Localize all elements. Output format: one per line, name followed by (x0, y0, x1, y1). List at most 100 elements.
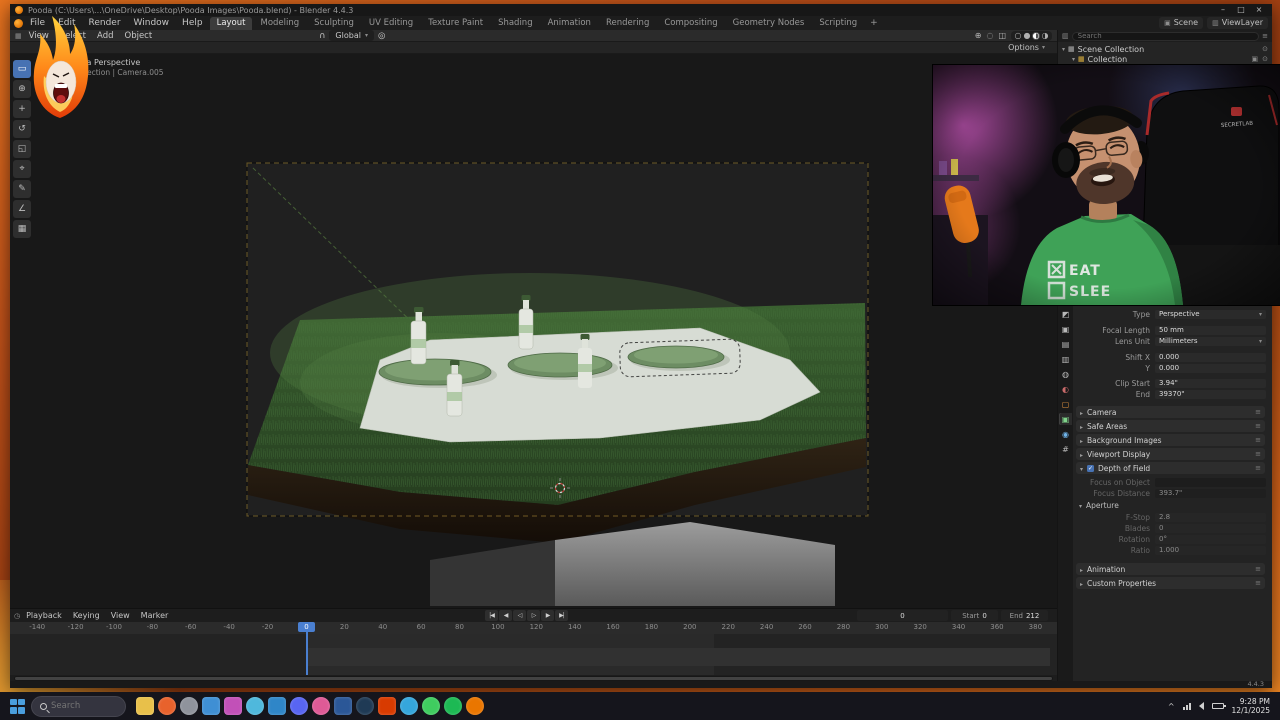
tool-button-rotate[interactable]: ↺ (13, 120, 31, 138)
transport-button-next-keyframe[interactable]: ▶ (541, 610, 554, 621)
ratio-field[interactable]: 1.000 (1155, 545, 1266, 555)
taskbar-app-word[interactable] (334, 697, 352, 715)
frame-start-field[interactable]: Start 0 (951, 610, 998, 621)
taskbar-app-file-explorer[interactable] (136, 697, 154, 715)
shift-y-field[interactable]: 0.000 (1155, 363, 1266, 373)
transport-button-jump-start[interactable]: |◀ (485, 610, 498, 621)
options-dropdown[interactable]: Options (1008, 43, 1039, 52)
filter-icon[interactable]: ≡ (1262, 32, 1268, 40)
menu-item[interactable]: Help (176, 17, 209, 30)
transport-button-play-reverse[interactable]: ◁ (513, 610, 526, 621)
search-input[interactable] (51, 701, 113, 711)
timeline-menu-item[interactable]: Keying (68, 609, 105, 622)
window-titlebar[interactable]: Pooda (C:\Users\...\OneDrive\Desktop\Poo… (10, 4, 1272, 16)
battery-icon[interactable] (1211, 703, 1226, 709)
panel-section[interactable]: Viewport Display (1076, 448, 1265, 460)
scene-selector[interactable]: ▣ Scene (1159, 17, 1204, 29)
properties-tab-scene[interactable]: ◍ (1059, 368, 1072, 380)
tool-button-transform[interactable]: ⌖ (13, 160, 31, 178)
dof-checkbox[interactable]: ✓ (1087, 464, 1095, 472)
aperture-subsection[interactable]: Aperture (1075, 500, 1268, 511)
shading-mode-rendered[interactable]: ◑ (1041, 31, 1049, 40)
panel-section[interactable]: Background Images (1076, 434, 1265, 446)
taskbar-app-blender[interactable] (466, 697, 484, 715)
viewport-menu-item[interactable]: Add (92, 30, 118, 42)
transport-button-prev-keyframe[interactable]: ◀ (499, 610, 512, 621)
workspace-tab[interactable]: Animation (541, 17, 598, 30)
taskbar-app-telegram[interactable] (400, 697, 418, 715)
close-button[interactable]: × (1251, 4, 1267, 16)
properties-tab-constraints[interactable]: # (1059, 443, 1072, 455)
add-workspace-button[interactable]: + (865, 18, 883, 28)
panel-section[interactable]: Camera (1076, 406, 1265, 418)
taskbar-app-office[interactable] (378, 697, 396, 715)
focal-length-field[interactable]: 50 mm (1155, 325, 1266, 335)
taskbar-app-photos[interactable] (224, 697, 242, 715)
tool-button-add-cube[interactable]: ▦ (13, 220, 31, 238)
properties-tab-tool[interactable]: ◩ (1059, 308, 1072, 320)
tool-button-measure[interactable]: ∠ (13, 200, 31, 218)
workspace-tab[interactable]: Shading (491, 17, 540, 30)
render-visibility-icon[interactable]: ▣ (1252, 55, 1259, 63)
outliner-search-input[interactable] (1071, 31, 1260, 41)
outliner-row-collection[interactable]: ▾ ▦ Collection ▣ ⊙ (1058, 54, 1272, 64)
start-button[interactable] (10, 698, 25, 714)
timeline-editor-icon[interactable]: ◷ (14, 612, 20, 620)
workspace-tab[interactable]: Rendering (599, 17, 656, 30)
properties-tab-output[interactable]: ▤ (1059, 338, 1072, 350)
focus-distance-field[interactable]: 393.7" (1155, 488, 1266, 498)
workspace-tab[interactable]: Texture Paint (421, 17, 490, 30)
workspace-tab[interactable]: Geometry Nodes (726, 17, 812, 30)
timeline-ruler[interactable]: -140 -120 -100 -80 -60 -40 -20 0 20 40 60 80 100 120 1… (10, 622, 1057, 634)
blades-field[interactable]: 0 (1155, 523, 1266, 533)
maximize-button[interactable]: □ (1233, 4, 1249, 16)
expand-caret-icon[interactable]: ▾ (1062, 46, 1065, 53)
outliner-editor-icon[interactable]: ▥ (1062, 32, 1069, 40)
taskbar-app-vscode[interactable] (268, 697, 286, 715)
workspace-tab[interactable]: UV Editing (362, 17, 420, 30)
taskbar-app-discord[interactable] (290, 697, 308, 715)
taskbar-app-paint[interactable] (246, 697, 264, 715)
tool-button-cursor[interactable]: ⊕ (13, 80, 31, 98)
show-overlays-icon[interactable]: ◌ (986, 31, 993, 40)
panel-section[interactable]: Animation (1076, 563, 1265, 575)
properties-tab-render[interactable]: ▣ (1059, 323, 1072, 335)
lens-unit-dropdown[interactable]: Millimeters (1155, 336, 1266, 346)
taskbar-app-mail[interactable] (202, 697, 220, 715)
tool-button-scale[interactable]: ◱ (13, 140, 31, 158)
current-frame-field[interactable]: 0 (857, 610, 948, 621)
taskbar-app-firefox[interactable] (158, 697, 176, 715)
taskbar-app-settings[interactable] (180, 697, 198, 715)
eye-icon[interactable]: ⊙ (1262, 55, 1268, 63)
tool-button-select-box[interactable]: ▭ (13, 60, 31, 78)
taskbar-app-steam[interactable] (356, 697, 374, 715)
taskbar-app-clip-studio[interactable] (312, 697, 330, 715)
tool-button-annotate[interactable]: ✎ (13, 180, 31, 198)
focus-object-field[interactable] (1155, 477, 1266, 487)
shading-mode-solid[interactable]: ● (1023, 31, 1031, 40)
properties-tab-object-data-camera[interactable]: ▣ (1059, 413, 1072, 425)
snap-magnet-icon[interactable]: ∩ (319, 31, 325, 41)
menu-item[interactable]: Window (128, 17, 176, 30)
network-icon[interactable] (1182, 702, 1191, 710)
workspace-tab[interactable]: Layout (209, 16, 253, 30)
clip-start-field[interactable]: 3.94" (1155, 378, 1266, 388)
transport-button-jump-end[interactable]: ▶| (555, 610, 568, 621)
outliner-row-scene-collection[interactable]: ▾ ▦ Scene Collection ⊙ (1058, 44, 1272, 54)
taskbar-app-spotify[interactable] (444, 697, 462, 715)
depth-of-field-section[interactable]: ✓ Depth of Field (1076, 462, 1265, 474)
workspace-tab[interactable]: Modeling (253, 17, 306, 30)
workspace-tab[interactable]: Sculpting (307, 17, 361, 30)
volume-icon[interactable] (1198, 702, 1204, 710)
timeline-tracks[interactable] (10, 634, 1057, 675)
hidden-icons-chevron[interactable]: ^ (1168, 702, 1175, 711)
transform-orientation-dropdown[interactable]: Global ▾ (329, 30, 374, 41)
proportional-edit-icon[interactable]: ◎ (378, 31, 385, 41)
expand-caret-icon[interactable]: ▾ (1072, 56, 1075, 63)
panel-section[interactable]: Custom Properties (1076, 577, 1265, 589)
properties-tab-object[interactable]: ▢ (1059, 398, 1072, 410)
editor-type-icon[interactable]: ▦ (15, 32, 22, 40)
workspace-tab[interactable]: Compositing (657, 17, 724, 30)
camera-type-dropdown[interactable]: Perspective (1155, 309, 1266, 319)
properties-tab-view-layer[interactable]: ▥ (1059, 353, 1072, 365)
